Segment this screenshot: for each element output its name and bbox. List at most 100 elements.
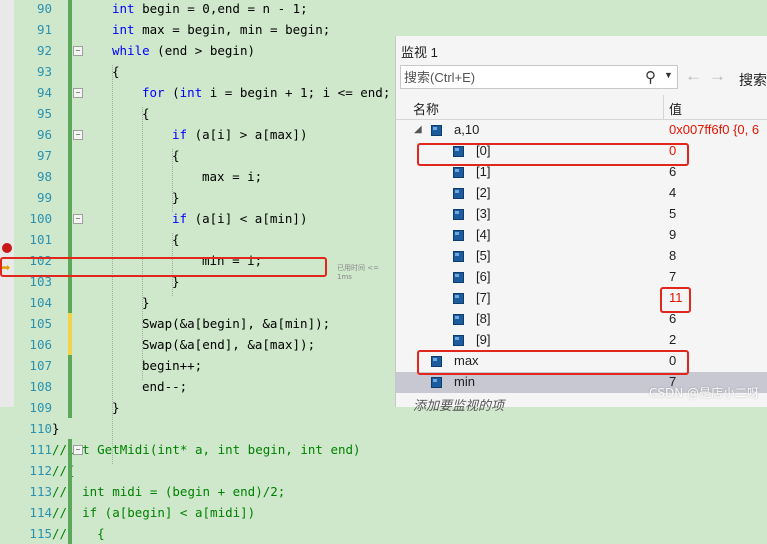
add-watch-item[interactable]: 添加要监视的项 [413, 395, 504, 414]
code-token: begin++; [142, 358, 203, 373]
code-line[interactable]: 106 Swap(&a[end], &a[max]); [0, 334, 395, 355]
back-arrow-icon[interactable]: ← [685, 66, 702, 86]
code-line[interactable]: 96 if (a[i] > a[max]) [0, 124, 395, 145]
code-text: // if (a[begin] < a[midi]) [52, 502, 255, 523]
line-number: 113 [29, 484, 52, 499]
watch-row[interactable]: [6] 7 [396, 267, 767, 288]
watch-row-value[interactable]: 7 [669, 269, 676, 284]
watch-row-name: a,10 [454, 122, 480, 137]
fold-toggle-icon[interactable]: − [73, 214, 83, 224]
code-line[interactable]: 92 while (end > begin) [0, 40, 395, 61]
code-line[interactable]: 95 { [0, 103, 395, 124]
code-line[interactable]: 115// { [0, 523, 395, 544]
variable-icon [453, 314, 464, 325]
search-depth-label[interactable]: 搜索 [739, 70, 767, 90]
code-line[interactable]: 112//{ [0, 460, 395, 481]
watch-row[interactable]: [4] 9 [396, 225, 767, 246]
comment-token: //int GetMidi(int* a, int begin, int end… [52, 442, 361, 457]
code-line[interactable]: 105 Swap(&a[begin], &a[min]); [0, 313, 395, 334]
code-line[interactable]: 113// int midi = (begin + end)/2; [0, 481, 395, 502]
comment-token: // int midi = (begin + end)/2; [52, 484, 286, 499]
search-dropdown-icon[interactable]: ▼ [664, 70, 673, 80]
keyword-token: while [112, 43, 150, 58]
watch-row-value[interactable]: 2 [669, 332, 676, 347]
fold-toggle-icon[interactable]: − [73, 46, 83, 56]
column-name-header[interactable]: 名称 [413, 99, 439, 118]
line-number: 109 [29, 400, 52, 415]
fold-toggle-icon[interactable]: − [73, 445, 83, 455]
column-splitter[interactable] [663, 95, 664, 119]
watch-row-name: [1] [476, 164, 491, 179]
line-number: 107 [29, 358, 52, 373]
watch-row-value[interactable]: 6 [669, 164, 676, 179]
watch-row-value[interactable]: 4 [669, 185, 676, 200]
code-line[interactable]: 91 int max = begin, min = begin; [0, 19, 395, 40]
annotation-box-row-max [417, 350, 689, 375]
variable-icon [431, 377, 442, 388]
code-line[interactable]: 114// if (a[begin] < a[midi]) [0, 502, 395, 523]
watch-row-value[interactable]: 8 [669, 248, 676, 263]
watch-row-value[interactable]: 5 [669, 206, 676, 221]
watch-row[interactable]: [8] 6 [396, 309, 767, 330]
watch-row-name: min [454, 374, 475, 389]
code-text: end--; [142, 376, 187, 397]
watch-row[interactable]: [5] 8 [396, 246, 767, 267]
code-token: Swap(&a[end], &a[max]); [142, 337, 316, 352]
code-token: } [52, 421, 60, 436]
code-text: // { [52, 523, 105, 544]
change-indicator [68, 439, 72, 544]
watch-row-value[interactable]: 0x007ff6f0 {0, 6 [669, 122, 759, 137]
watch-row[interactable]: [9] 2 [396, 330, 767, 351]
variable-icon [431, 125, 442, 136]
watch-row-name: [3] [476, 206, 491, 221]
code-line[interactable]: 94 for (int i = begin + 1; i <= end; [0, 82, 395, 103]
line-number: 106 [29, 337, 52, 352]
code-editor[interactable]: 90 int begin = 0,end = n - 1; 91 int max = … [0, 0, 395, 544]
breakpoint-icon[interactable] [2, 243, 12, 253]
watch-window-title: 监视 1 [401, 45, 438, 60]
watch-row[interactable]: [2] 4 [396, 183, 767, 204]
forward-arrow-icon[interactable]: → [709, 66, 726, 86]
code-line[interactable]: 97 { [0, 145, 395, 166]
code-text: begin++; [142, 355, 202, 376]
code-line[interactable]: 104} [0, 292, 395, 313]
annotation-box-row-0 [417, 143, 689, 166]
code-text: Swap(&a[end], &a[max]); [142, 334, 315, 355]
line-number: 94 [36, 85, 52, 100]
fold-toggle-icon[interactable]: − [73, 88, 83, 98]
code-token: end--; [142, 379, 188, 394]
code-line[interactable]: 90 int begin = 0,end = n - 1; [0, 0, 395, 19]
line-number: 93 [36, 64, 52, 79]
variable-icon [453, 335, 464, 346]
keyword-token: int [112, 1, 135, 16]
code-line[interactable]: 100 if (a[i] < a[min]) [0, 208, 395, 229]
keyword-token: if [172, 127, 188, 142]
code-token: (end > begin) [149, 43, 255, 58]
watch-row[interactable]: [7] 11 [396, 288, 767, 309]
code-text: { [172, 145, 180, 166]
search-input[interactable] [401, 66, 634, 88]
watch-row-value[interactable]: 6 [669, 311, 676, 326]
line-number: 114 [29, 505, 52, 520]
code-line[interactable]: 107 begin++; [0, 355, 395, 376]
code-text: while (end > begin) [112, 40, 255, 61]
expand-arrow-icon[interactable]: ◢ [414, 124, 422, 135]
code-line[interactable]: 109} [0, 397, 395, 418]
variable-icon [453, 209, 464, 220]
watch-row-value[interactable]: 9 [669, 227, 676, 242]
code-line[interactable]: 101{ [0, 229, 395, 250]
code-line[interactable]: 93 { [0, 61, 395, 82]
watch-row[interactable]: ◢ a,10 0x007ff6f0 {0, 6 [396, 120, 767, 141]
fold-toggle-icon[interactable]: − [73, 130, 83, 140]
code-line[interactable]: 111//int GetMidi(int* a, int begin, int … [0, 439, 395, 460]
code-token: ( [164, 85, 180, 100]
watch-row-name: [9] [476, 332, 491, 347]
code-line[interactable]: 110} [0, 418, 395, 439]
code-line[interactable]: 98 max = i; [0, 166, 395, 187]
code-text: } [172, 187, 180, 208]
code-line[interactable]: 108 end--; [0, 376, 395, 397]
code-line[interactable]: 99} [0, 187, 395, 208]
search-icon[interactable]: ⚲ [645, 68, 656, 86]
watch-row[interactable]: [3] 5 [396, 204, 767, 225]
column-value-header[interactable]: 值 [669, 99, 682, 118]
